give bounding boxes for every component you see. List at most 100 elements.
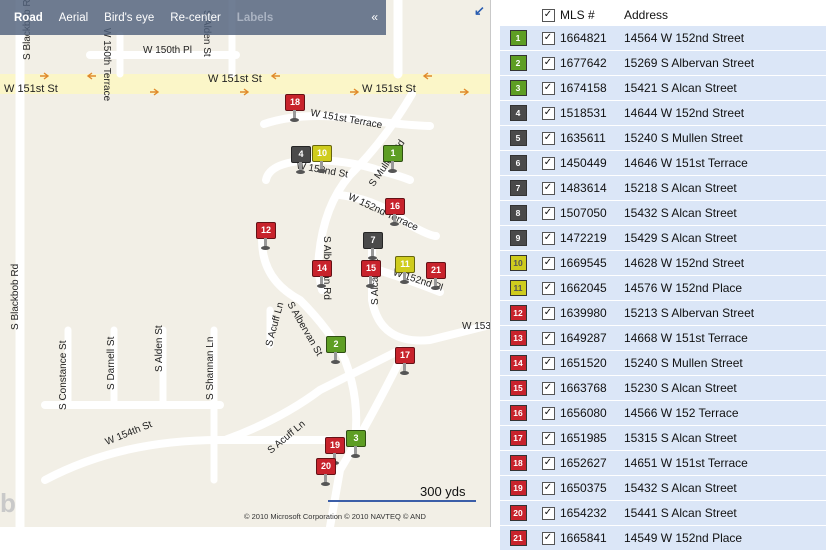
address[interactable]: 15240 S Mullen Street bbox=[624, 350, 826, 376]
address[interactable]: 14628 W 152nd Street bbox=[624, 250, 826, 276]
listing-number-badge[interactable]: 21 bbox=[509, 530, 527, 546]
address[interactable]: 15269 S Albervan Street bbox=[624, 50, 826, 76]
listing-number-badge[interactable]: 18 bbox=[509, 455, 527, 471]
address[interactable]: 15432 S Alcan Street bbox=[624, 475, 826, 501]
row-checkbox[interactable]: ✓ bbox=[541, 482, 555, 496]
listing-number-badge[interactable]: 1 bbox=[509, 30, 527, 46]
map-pin-16[interactable]: 16 bbox=[385, 198, 405, 228]
table-row[interactable]: 10 ✓ 1669545 14628 W 152nd Street bbox=[500, 250, 826, 276]
address[interactable]: 14564 W 152nd Street bbox=[624, 26, 826, 51]
table-row[interactable]: 1 ✓ 1664821 14564 W 152nd Street bbox=[500, 26, 826, 51]
map-pin-21[interactable]: 21 bbox=[426, 262, 446, 292]
map-pin-1[interactable]: 1 bbox=[383, 145, 403, 175]
listing-number-badge[interactable]: 5 bbox=[509, 130, 527, 146]
table-row[interactable]: 17 ✓ 1651985 15315 S Alcan Street bbox=[500, 425, 826, 451]
listing-number-badge[interactable]: 11 bbox=[509, 280, 527, 296]
table-row[interactable]: 3 ✓ 1674158 15421 S Alcan Street bbox=[500, 75, 826, 101]
collapse-toolbar-button[interactable]: « bbox=[371, 10, 378, 24]
map-pin-14[interactable]: 14 bbox=[312, 260, 332, 290]
row-checkbox[interactable]: ✓ bbox=[541, 382, 555, 396]
table-row[interactable]: 11 ✓ 1662045 14576 W 152nd Place bbox=[500, 275, 826, 301]
table-row[interactable]: 14 ✓ 1651520 15240 S Mullen Street bbox=[500, 350, 826, 376]
map-pin-10[interactable]: 10 bbox=[312, 145, 332, 175]
listing-number-badge[interactable]: 19 bbox=[509, 480, 527, 496]
address[interactable]: 14668 W 151st Terrace bbox=[624, 325, 826, 351]
row-checkbox[interactable]: ✓ bbox=[541, 132, 555, 146]
row-checkbox[interactable]: ✓ bbox=[541, 457, 555, 471]
address[interactable]: 14646 W 151st Terrace bbox=[624, 150, 826, 176]
table-row[interactable]: 7 ✓ 1483614 15218 S Alcan Street bbox=[500, 175, 826, 201]
address[interactable]: 15240 S Mullen Street bbox=[624, 125, 826, 151]
table-row[interactable]: 21 ✓ 1665841 14549 W 152nd Place bbox=[500, 525, 826, 551]
address[interactable]: 15429 S Alcan Street bbox=[624, 225, 826, 251]
listing-number-badge[interactable]: 10 bbox=[509, 255, 527, 271]
map-pin-7[interactable]: 7 bbox=[363, 232, 383, 262]
listing-number-badge[interactable]: 8 bbox=[509, 205, 527, 221]
aerial-view-button[interactable]: Aerial bbox=[57, 12, 90, 24]
address[interactable]: 14576 W 152nd Place bbox=[624, 275, 826, 301]
select-all-checkbox[interactable]: ✓ bbox=[541, 9, 555, 23]
recenter-button[interactable]: Re-center bbox=[168, 12, 223, 24]
row-checkbox[interactable]: ✓ bbox=[541, 207, 555, 221]
listing-number-badge[interactable]: 6 bbox=[509, 155, 527, 171]
address[interactable]: 14651 W 151st Terrace bbox=[624, 450, 826, 476]
birds-eye-view-button[interactable]: Bird's eye bbox=[102, 12, 156, 24]
road-view-button[interactable]: Road bbox=[12, 12, 45, 24]
address[interactable]: 15218 S Alcan Street bbox=[624, 175, 826, 201]
row-checkbox[interactable]: ✓ bbox=[541, 307, 555, 321]
row-checkbox[interactable]: ✓ bbox=[541, 32, 555, 46]
table-row[interactable]: 5 ✓ 1635611 15240 S Mullen Street bbox=[500, 125, 826, 151]
row-checkbox[interactable]: ✓ bbox=[541, 257, 555, 271]
listing-number-badge[interactable]: 3 bbox=[509, 80, 527, 96]
table-row[interactable]: 18 ✓ 1652627 14651 W 151st Terrace bbox=[500, 450, 826, 476]
address[interactable]: 14566 W 152 Terrace bbox=[624, 400, 826, 426]
table-row[interactable]: 8 ✓ 1507050 15432 S Alcan Street bbox=[500, 200, 826, 226]
row-checkbox[interactable]: ✓ bbox=[541, 182, 555, 196]
listing-number-badge[interactable]: 7 bbox=[509, 180, 527, 196]
table-row[interactable]: 13 ✓ 1649287 14668 W 151st Terrace bbox=[500, 325, 826, 351]
column-header-mls[interactable]: MLS # bbox=[560, 4, 624, 26]
labels-toggle[interactable]: Labels bbox=[235, 12, 275, 24]
row-checkbox[interactable]: ✓ bbox=[541, 232, 555, 246]
row-checkbox[interactable]: ✓ bbox=[541, 57, 555, 71]
map-pin-12[interactable]: 12 bbox=[256, 222, 276, 252]
address[interactable]: 15432 S Alcan Street bbox=[624, 200, 826, 226]
map-pin-18[interactable]: 18 bbox=[285, 94, 305, 124]
address[interactable]: 14549 W 152nd Place bbox=[624, 525, 826, 551]
expand-arrow-icon[interactable]: ↙ bbox=[474, 4, 488, 18]
table-row[interactable]: 2 ✓ 1677642 15269 S Albervan Street bbox=[500, 50, 826, 76]
map-pin-20[interactable]: 20 bbox=[316, 458, 336, 488]
address[interactable]: 15213 S Albervan Street bbox=[624, 300, 826, 326]
table-row[interactable]: 4 ✓ 1518531 14644 W 152nd Street bbox=[500, 100, 826, 126]
listing-number-badge[interactable]: 17 bbox=[509, 430, 527, 446]
table-row[interactable]: 19 ✓ 1650375 15432 S Alcan Street bbox=[500, 475, 826, 501]
listing-number-badge[interactable]: 2 bbox=[509, 55, 527, 71]
row-checkbox[interactable]: ✓ bbox=[541, 407, 555, 421]
row-checkbox[interactable]: ✓ bbox=[541, 432, 555, 446]
listing-number-badge[interactable]: 20 bbox=[509, 505, 527, 521]
map-view[interactable]: S Blackbob Rd W 150th Terrace W 150th Pl… bbox=[0, 0, 491, 527]
row-checkbox[interactable]: ✓ bbox=[541, 157, 555, 171]
row-checkbox[interactable]: ✓ bbox=[541, 507, 555, 521]
row-checkbox[interactable]: ✓ bbox=[541, 532, 555, 546]
listing-number-badge[interactable]: 4 bbox=[509, 105, 527, 121]
address[interactable]: 15421 S Alcan Street bbox=[624, 75, 826, 101]
map-pin-11[interactable]: 11 bbox=[395, 256, 415, 286]
row-checkbox[interactable]: ✓ bbox=[541, 357, 555, 371]
map-pin-17[interactable]: 17 bbox=[395, 347, 415, 377]
address[interactable]: 15230 S Alcan Street bbox=[624, 375, 826, 401]
listing-number-badge[interactable]: 12 bbox=[509, 305, 527, 321]
table-row[interactable]: 15 ✓ 1663768 15230 S Alcan Street bbox=[500, 375, 826, 401]
row-checkbox[interactable]: ✓ bbox=[541, 82, 555, 96]
map-pin-2[interactable]: 2 bbox=[326, 336, 346, 366]
table-row[interactable]: 20 ✓ 1654232 15441 S Alcan Street bbox=[500, 500, 826, 526]
listing-number-badge[interactable]: 13 bbox=[509, 330, 527, 346]
row-checkbox[interactable]: ✓ bbox=[541, 282, 555, 296]
listing-number-badge[interactable]: 16 bbox=[509, 405, 527, 421]
row-checkbox[interactable]: ✓ bbox=[541, 107, 555, 121]
map-pin-3[interactable]: 3 bbox=[346, 430, 366, 460]
table-row[interactable]: 16 ✓ 1656080 14566 W 152 Terrace bbox=[500, 400, 826, 426]
table-row[interactable]: 12 ✓ 1639980 15213 S Albervan Street bbox=[500, 300, 826, 326]
column-header-address[interactable]: Address bbox=[624, 4, 826, 26]
table-row[interactable]: 9 ✓ 1472219 15429 S Alcan Street bbox=[500, 225, 826, 251]
